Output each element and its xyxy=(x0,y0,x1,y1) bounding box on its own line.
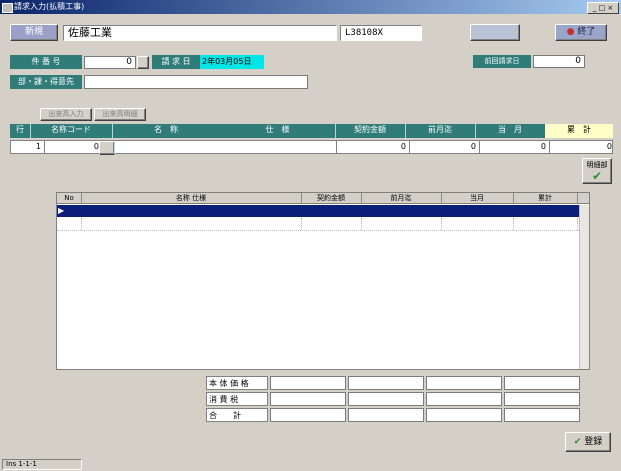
grid-header-no: No xyxy=(57,193,82,204)
grid-cell[interactable] xyxy=(361,218,442,230)
lines-grid[interactable]: No 名称 仕様 契約金額 前月迄 当月 累計 ▶ xyxy=(56,192,590,370)
billing-date-label: 請 求 日 xyxy=(152,55,200,69)
name-field[interactable]: 佐藤工業 xyxy=(63,25,337,41)
tab-progress-detail[interactable]: 出来高明細 xyxy=(94,108,146,121)
register-button-label: 登録 xyxy=(584,437,603,447)
window-title: 請求入力(払積工事) xyxy=(14,2,85,11)
grid-cell[interactable] xyxy=(513,218,578,230)
totals-cell[interactable] xyxy=(426,392,502,406)
department-field[interactable] xyxy=(84,75,308,89)
status-bar: Ins 1-1-1 xyxy=(2,459,82,470)
row-line-no: 1 xyxy=(11,141,45,153)
billing-date-label-text: 請 求 日 xyxy=(161,57,191,66)
billing-date-value: 2年03月05日 xyxy=(202,57,252,66)
row-current-field[interactable]: 0 xyxy=(476,141,550,153)
project-no-lookup-button[interactable] xyxy=(137,56,149,69)
project-no-field[interactable]: 0 xyxy=(84,56,136,69)
header-total: 累 計 xyxy=(545,124,613,138)
totals-row: 消 費 税 xyxy=(206,392,582,407)
project-no-label: 件 番 号 xyxy=(10,55,82,69)
detail-table-row: 1 0 0 0 0 0 xyxy=(10,140,615,155)
tab-progress-input-label: 出来高入力 xyxy=(48,110,84,118)
grid-header-current: 当月 xyxy=(441,193,514,204)
grid-cell[interactable] xyxy=(57,218,82,230)
exit-icon: ● xyxy=(566,27,575,37)
project-no-value: 0 xyxy=(126,57,132,67)
grid-cell[interactable] xyxy=(441,218,514,230)
exit-button-label: 終了 xyxy=(577,27,596,37)
grid-row-selected[interactable]: ▶ xyxy=(57,205,579,217)
totals-table: 本 体 価 格 消 費 税 合 計 xyxy=(206,376,582,424)
totals-label-tax: 消 費 税 xyxy=(206,392,268,406)
billing-date-field[interactable]: 2年03月05日 xyxy=(200,55,264,69)
row-contract-field[interactable]: 0 xyxy=(336,141,410,153)
department-label-text: 部・課・得意先 xyxy=(18,77,74,86)
totals-label-body-price: 本 体 価 格 xyxy=(206,376,268,390)
new-button-label: 新規 xyxy=(24,27,43,37)
header-prev: 前月迄 xyxy=(405,124,476,138)
app-icon xyxy=(2,3,13,13)
disabled-button[interactable] xyxy=(470,24,520,41)
row-pointer-icon: ▶ xyxy=(58,206,65,215)
totals-row: 本 体 価 格 xyxy=(206,376,582,391)
totals-cell[interactable] xyxy=(426,408,502,422)
name-value: 佐藤工業 xyxy=(68,26,112,39)
window-controls[interactable]: _ □ × xyxy=(587,2,619,14)
detail-table-header: 行 名称コード 名 称 仕 様 契約金額 前月迄 当 月 累 計 xyxy=(10,124,613,138)
grid-row[interactable] xyxy=(57,218,579,231)
code-field[interactable]: L38108X xyxy=(340,25,422,41)
row-total-field[interactable]: 0 xyxy=(546,141,615,153)
grid-header-name-spec: 名称 仕様 xyxy=(81,193,302,204)
new-button[interactable]: 新規 xyxy=(10,24,58,41)
header-current: 当 月 xyxy=(475,124,546,138)
grid-header-contract: 契約金額 xyxy=(301,193,362,204)
totals-cell[interactable] xyxy=(426,376,502,390)
register-button[interactable]: ✔ 登録 xyxy=(565,432,611,452)
register-check-icon: ✔ xyxy=(573,437,582,447)
row-code-field[interactable]: 0 xyxy=(41,141,103,153)
grid-scrollbar[interactable] xyxy=(579,205,589,369)
grid-header-prev: 前月迄 xyxy=(361,193,442,204)
header-name-code: 名称コード xyxy=(30,124,113,138)
header-contract: 契約金額 xyxy=(335,124,406,138)
row-name-field[interactable] xyxy=(113,141,337,153)
totals-cell[interactable] xyxy=(504,376,580,390)
totals-label-total: 合 計 xyxy=(206,408,268,422)
grid-cell[interactable] xyxy=(301,218,362,230)
totals-cell[interactable] xyxy=(270,392,346,406)
previous-billing-value: 0 xyxy=(575,56,581,66)
check-icon: ✔ xyxy=(591,169,603,183)
header-line-no: 行 xyxy=(10,124,31,138)
grid-header: No 名称 仕様 契約金額 前月迄 当月 累計 xyxy=(57,193,589,204)
detail-button[interactable]: 明細部 ✔ xyxy=(582,158,612,184)
row-prev-field[interactable]: 0 xyxy=(406,141,480,153)
grid-header-total: 累計 xyxy=(513,193,578,204)
totals-cell[interactable] xyxy=(348,392,424,406)
tab-progress-detail-label: 出来高明細 xyxy=(102,110,138,118)
exit-button[interactable]: ● 終了 xyxy=(555,24,607,41)
code-value: L38108X xyxy=(345,28,383,38)
previous-billing-label-text: 前回請求日 xyxy=(484,57,520,65)
header-name: 名 称 xyxy=(154,125,178,134)
totals-cell[interactable] xyxy=(348,376,424,390)
department-label: 部・課・得意先 xyxy=(10,75,82,89)
totals-row: 合 計 xyxy=(206,408,582,423)
project-no-label-text: 件 番 号 xyxy=(31,57,61,66)
window-titlebar: 請求入力(払積工事) _ □ × xyxy=(0,0,621,14)
grid-cell[interactable] xyxy=(81,218,302,230)
previous-billing-label: 前回請求日 xyxy=(473,55,531,68)
totals-cell[interactable] xyxy=(270,376,346,390)
totals-cell[interactable] xyxy=(270,408,346,422)
status-text: Ins 1-1-1 xyxy=(6,460,37,468)
totals-cell[interactable] xyxy=(504,408,580,422)
totals-cell[interactable] xyxy=(348,408,424,422)
totals-cell[interactable] xyxy=(504,392,580,406)
previous-billing-field[interactable]: 0 xyxy=(533,55,585,68)
header-spec: 仕 様 xyxy=(220,124,336,138)
tab-progress-input[interactable]: 出来高入力 xyxy=(40,108,92,121)
